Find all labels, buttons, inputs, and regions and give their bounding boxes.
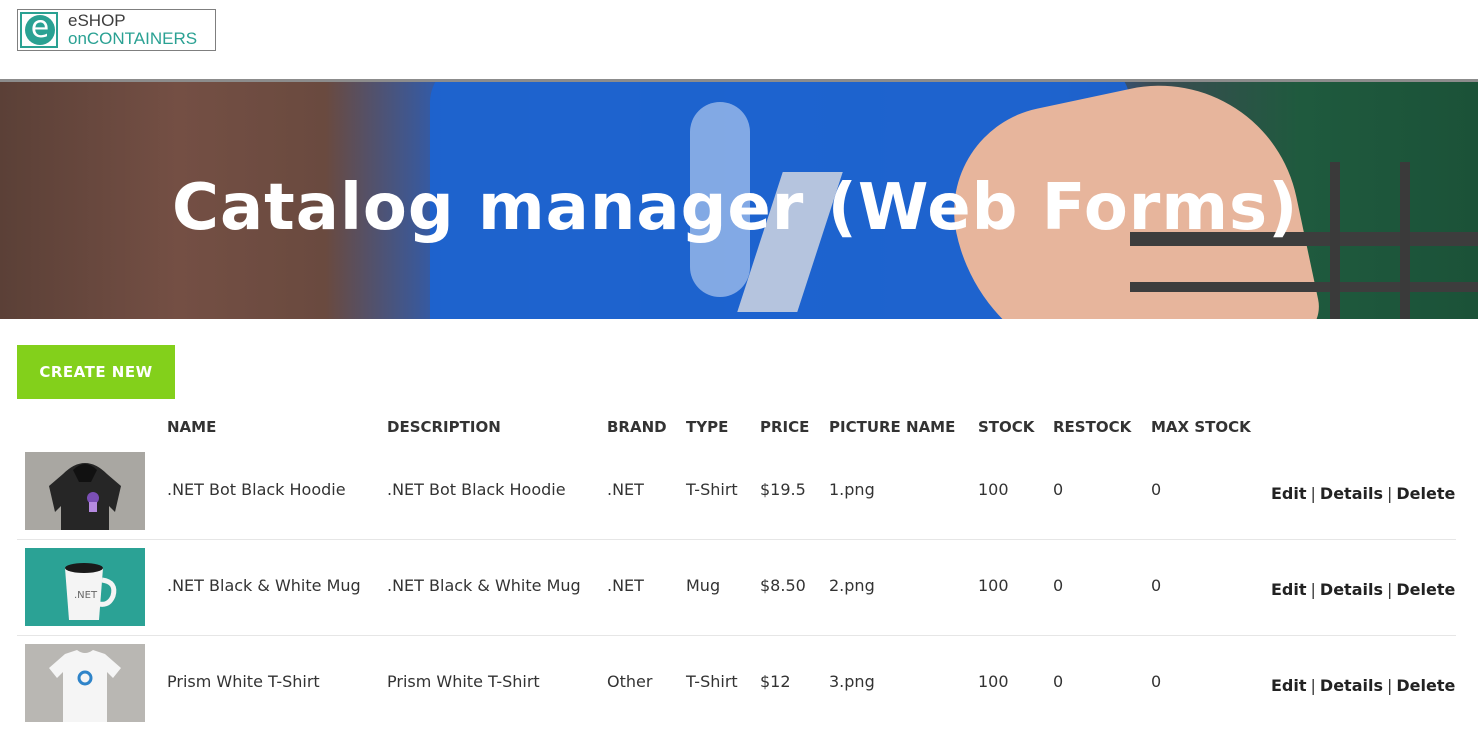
cell-brand: .NET (607, 480, 644, 499)
column-header-description: DESCRIPTION (387, 418, 501, 436)
cell-restock: 0 (1053, 672, 1064, 691)
cell-stock: 100 (978, 672, 1009, 691)
column-header-picture-name: PICTURE NAME (829, 418, 956, 436)
action-separator: | (1310, 580, 1316, 599)
cell-stock: 100 (978, 576, 1009, 595)
cell-description: Prism White T-Shirt (387, 672, 540, 691)
cell-price: $12 (760, 672, 791, 691)
cell-price: $19.5 (760, 480, 806, 499)
cell-name: .NET Black & White Mug (167, 576, 361, 595)
cell-description: .NET Bot Black Hoodie (387, 480, 566, 499)
product-thumbnail-hoodie (25, 452, 145, 530)
cell-description: .NET Black & White Mug (387, 576, 581, 595)
delete-link[interactable]: Delete (1396, 676, 1455, 695)
hero-fence-bar (1400, 162, 1410, 319)
row-actions: Edit | Details | Delete (1271, 484, 1455, 503)
details-link[interactable]: Details (1320, 484, 1383, 503)
row-actions: Edit | Details | Delete (1271, 580, 1455, 599)
cell-picture-name: 1.png (829, 480, 875, 499)
cell-type: Mug (686, 576, 721, 595)
column-header-stock: STOCK (978, 418, 1035, 436)
edit-link[interactable]: Edit (1271, 484, 1307, 503)
cell-max-stock: 0 (1151, 672, 1162, 691)
hero-fence-rail (1130, 282, 1478, 292)
eshop-logo[interactable]: e eSHOP onCONTAINERS (17, 9, 216, 51)
logo-e-glyph: e (25, 13, 55, 45)
details-link[interactable]: Details (1320, 580, 1383, 599)
cell-max-stock: 0 (1151, 480, 1162, 499)
logo-text: eSHOP onCONTAINERS (68, 12, 197, 48)
hero-banner: Catalog manager (Web Forms) (0, 82, 1478, 319)
column-header-restock: RESTOCK (1053, 418, 1132, 436)
delete-link[interactable]: Delete (1396, 484, 1455, 503)
column-header-name: NAME (167, 418, 217, 436)
cell-restock: 0 (1053, 480, 1064, 499)
column-header-type: TYPE (686, 418, 729, 436)
logo-line-oncontainers: onCONTAINERS (68, 29, 198, 48)
create-new-button[interactable]: CREATE NEW (17, 345, 175, 399)
cell-type: T-Shirt (686, 672, 738, 691)
svg-text:.NET: .NET (74, 590, 98, 601)
cell-brand: .NET (607, 576, 644, 595)
cell-picture-name: 3.png (829, 672, 875, 691)
table-row: .NET Bot Black Hoodie .NET Bot Black Hoo… (17, 444, 1456, 540)
cell-price: $8.50 (760, 576, 806, 595)
cell-brand: Other (607, 672, 653, 691)
product-thumbnail-mug: .NET (25, 548, 145, 626)
delete-link[interactable]: Delete (1396, 580, 1455, 599)
details-link[interactable]: Details (1320, 676, 1383, 695)
catalog-table: NAME DESCRIPTION BRAND TYPE PRICE PICTUR… (17, 412, 1456, 731)
table-header-row: NAME DESCRIPTION BRAND TYPE PRICE PICTUR… (17, 412, 1456, 444)
action-separator: | (1310, 484, 1316, 503)
logo-line-eshop: eSHOP (68, 11, 126, 30)
hero-fence-bar (1330, 162, 1340, 319)
cell-picture-name: 2.png (829, 576, 875, 595)
cell-name: Prism White T-Shirt (167, 672, 320, 691)
site-header: e eSHOP onCONTAINERS (0, 0, 1478, 82)
cell-stock: 100 (978, 480, 1009, 499)
edit-link[interactable]: Edit (1271, 580, 1307, 599)
action-separator: | (1310, 676, 1316, 695)
cell-max-stock: 0 (1151, 576, 1162, 595)
cell-name: .NET Bot Black Hoodie (167, 480, 346, 499)
row-actions: Edit | Details | Delete (1271, 676, 1455, 695)
column-header-brand: BRAND (607, 418, 667, 436)
table-row: Prism White T-Shirt Prism White T-Shirt … (17, 636, 1456, 731)
action-separator: | (1386, 676, 1393, 695)
table-row: .NET .NET Black & White Mug .NET Black &… (17, 540, 1456, 636)
logo-e-icon: e (20, 12, 58, 48)
cell-type: T-Shirt (686, 480, 738, 499)
column-header-price: PRICE (760, 418, 810, 436)
cell-restock: 0 (1053, 576, 1064, 595)
product-thumbnail-tshirt (25, 644, 145, 722)
action-separator: | (1386, 484, 1393, 503)
edit-link[interactable]: Edit (1271, 676, 1307, 695)
action-separator: | (1386, 580, 1393, 599)
page-title: Catalog manager (Web Forms) (172, 171, 1299, 245)
column-header-max-stock: MAX STOCK (1151, 418, 1251, 436)
